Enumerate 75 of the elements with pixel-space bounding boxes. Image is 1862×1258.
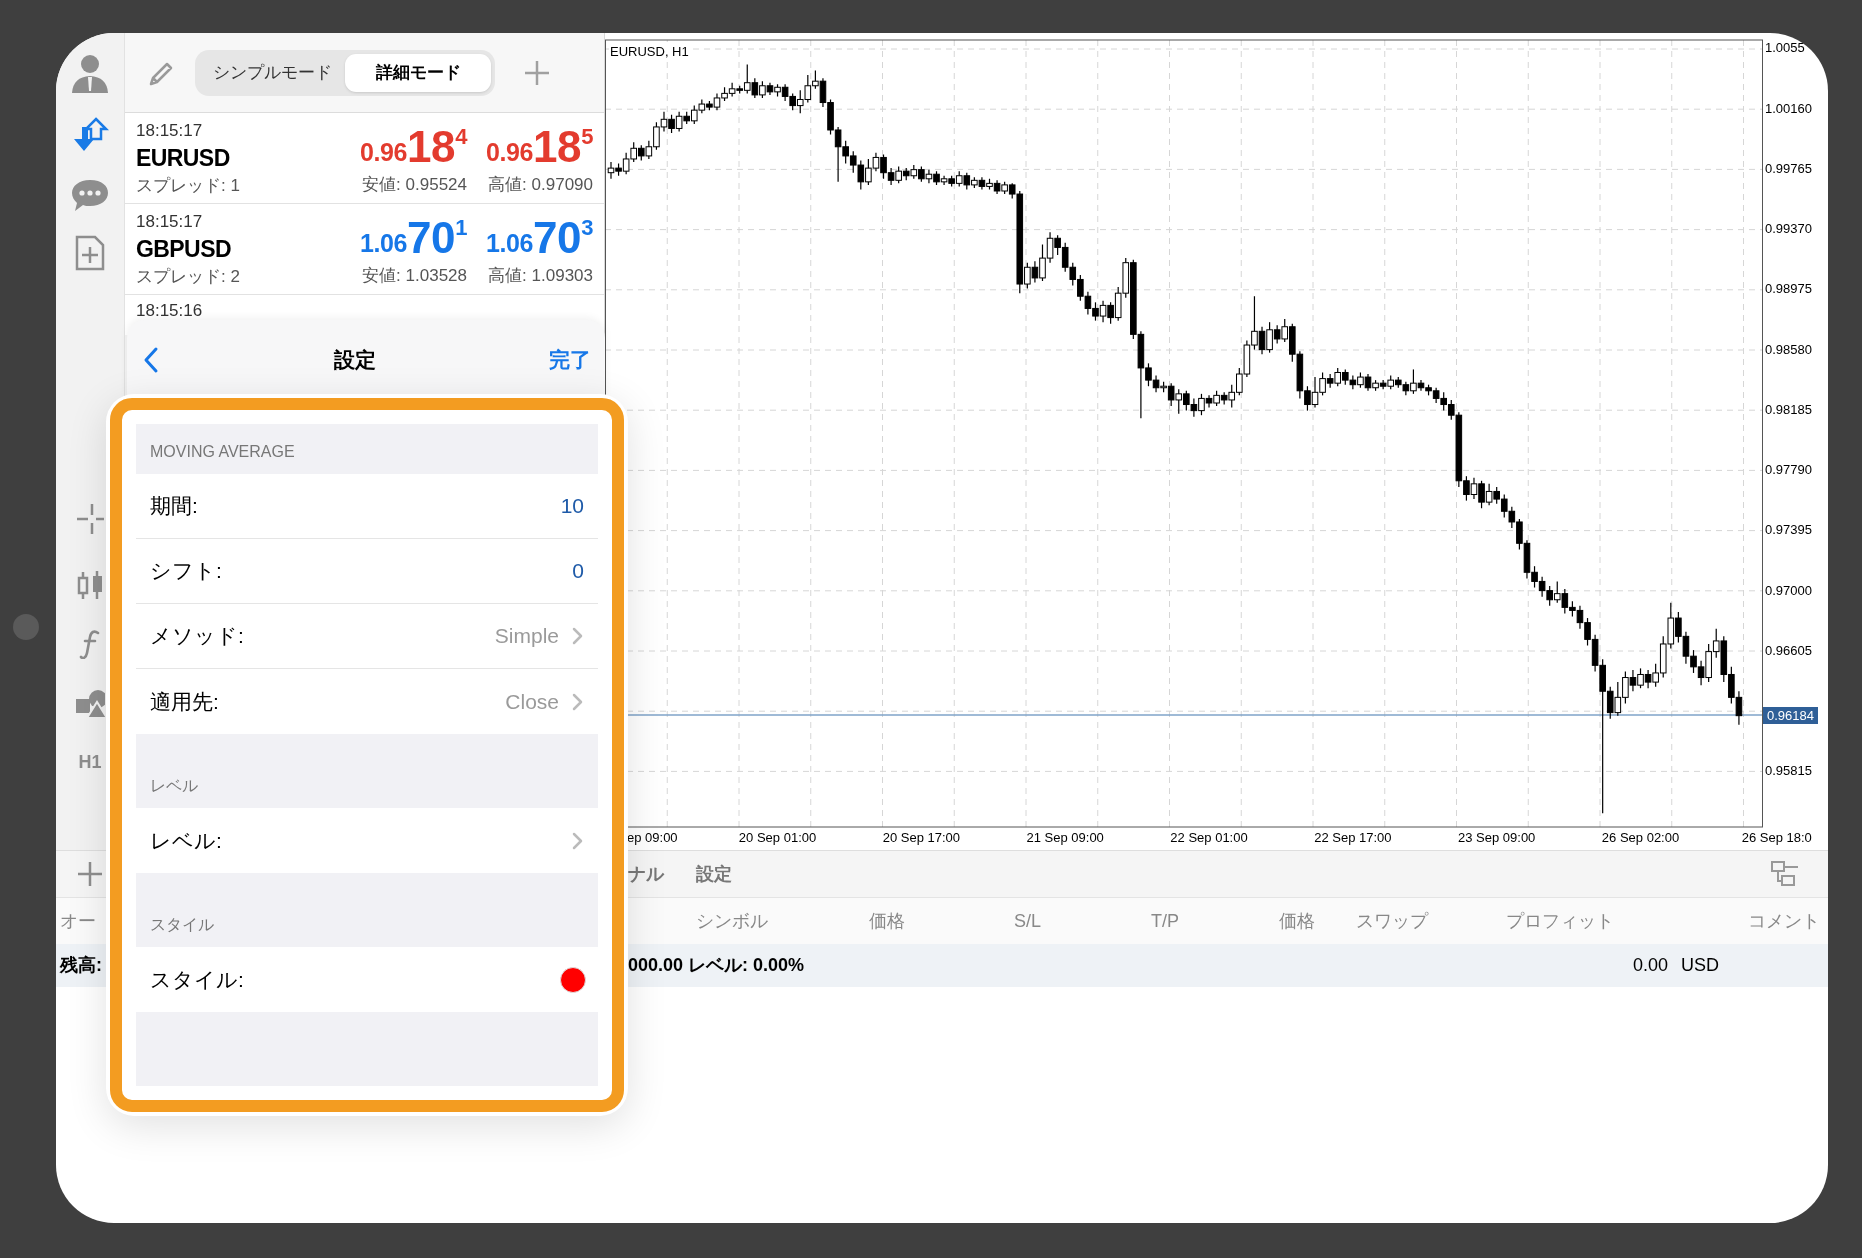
symbol-name: EURUSD: [136, 144, 231, 173]
price-axis-label: 1.0055: [1765, 41, 1805, 55]
chevron-right-icon: [571, 691, 584, 712]
document-plus-icon[interactable]: [75, 235, 105, 271]
price-axis-label: 0.97000: [1765, 583, 1812, 597]
price-axis-label: 1.00160: [1765, 101, 1812, 115]
balance-summary: 000.00 レベル: 0.00%: [628, 954, 806, 977]
column-header: コメント: [1748, 910, 1820, 931]
low-price: 安値: 1.03528: [362, 264, 467, 287]
candles-icon[interactable]: [76, 569, 104, 601]
layout-icon[interactable]: [1770, 859, 1800, 889]
price-axis-label: 0.98185: [1765, 402, 1812, 416]
plus-icon[interactable]: [523, 58, 551, 87]
price-axis-label: 0.97395: [1765, 523, 1812, 537]
column-header: スワップ: [1356, 910, 1428, 931]
mode-tab[interactable]: シンプルモード: [199, 53, 345, 92]
terminal-tab[interactable]: 設定: [696, 860, 732, 888]
user-icon[interactable]: [70, 53, 110, 93]
done-button[interactable]: 完了: [549, 344, 591, 376]
quote-time: 18:15:16: [136, 300, 204, 322]
time-axis-label: 26 Sep 18:0: [1741, 831, 1812, 844]
price-axis-label: 0.97790: [1765, 463, 1812, 477]
terminal-tab[interactable]: ナル: [628, 860, 664, 888]
low-price: 安値: 0.95524: [362, 173, 467, 196]
value-text: Simple: [494, 623, 559, 650]
time-axis-label: 22 Sep 17:00: [1314, 831, 1392, 844]
column-header: 価格: [869, 910, 905, 931]
spread-label: スプレッド: 1: [136, 175, 241, 197]
column-header: T/P: [1151, 910, 1179, 931]
profit-value: 0.00: [1631, 954, 1668, 977]
section-header: スタイル: [150, 915, 214, 935]
time-axis-label: 23 Sep 09:00: [1458, 831, 1536, 844]
symbol-name: GBPUSD: [136, 235, 232, 264]
mode-segmented-control[interactable]: シンプルモード 詳細モード: [195, 49, 495, 96]
quote-time: 18:15:17: [136, 210, 204, 233]
column-header: シンボル: [696, 910, 768, 931]
column-header: オー: [59, 909, 97, 933]
balance-label: 残高:: [58, 954, 103, 977]
high-price: 高値: 0.97090: [488, 173, 593, 196]
price-axis-label: 0.95815: [1765, 764, 1812, 778]
column-header: プロフィット: [1506, 910, 1614, 931]
price-axis-label: 0.98975: [1765, 282, 1812, 296]
mode-tab[interactable]: 詳細モード: [345, 53, 491, 92]
shapes-icon[interactable]: [75, 689, 105, 719]
crosshair-icon[interactable]: [76, 503, 104, 535]
price-axis-label: 0.99370: [1765, 222, 1812, 236]
price-axis-label: 0.98580: [1765, 342, 1812, 356]
section-header: MOVING AVERAGE: [150, 442, 295, 462]
high-price: 高値: 1.09303: [488, 264, 593, 287]
current-price-label: 0.96184: [1763, 706, 1818, 724]
popover-title: 設定: [333, 347, 377, 374]
quote-time: 18:15:17: [136, 119, 204, 142]
price-axis-label: 0.99765: [1765, 161, 1812, 175]
chat-icon[interactable]: [70, 177, 110, 213]
home-button[interactable]: [13, 614, 39, 640]
section-header: レベル: [150, 776, 198, 796]
time-axis-label: 20 Sep 01:00: [738, 831, 817, 844]
time-axis-label: 26 Sep 02:00: [1601, 831, 1680, 844]
plus-icon[interactable]: [76, 860, 104, 888]
time-axis-label: 20 Sep 17:00: [882, 831, 961, 844]
chevron-right-icon: [571, 626, 584, 646]
column-header: S/L: [1014, 910, 1042, 931]
spread-label: スプレッド: 2: [136, 266, 241, 288]
value-text: Close: [505, 688, 559, 715]
time-axis-label: ep 09:00: [627, 831, 678, 844]
chevron-right-icon: [571, 830, 584, 851]
price-axis-label: 0.96605: [1765, 643, 1812, 657]
currency-label: USD: [1681, 954, 1719, 977]
time-axis-label: 21 Sep 09:00: [1026, 831, 1104, 844]
color-swatch[interactable]: [560, 966, 586, 993]
value-text: 10: [560, 493, 584, 520]
time-axis-label: 22 Sep 01:00: [1170, 831, 1248, 844]
column-header: 価格: [1279, 910, 1315, 931]
function-icon[interactable]: [79, 629, 101, 659]
value-text: 0: [572, 558, 584, 585]
